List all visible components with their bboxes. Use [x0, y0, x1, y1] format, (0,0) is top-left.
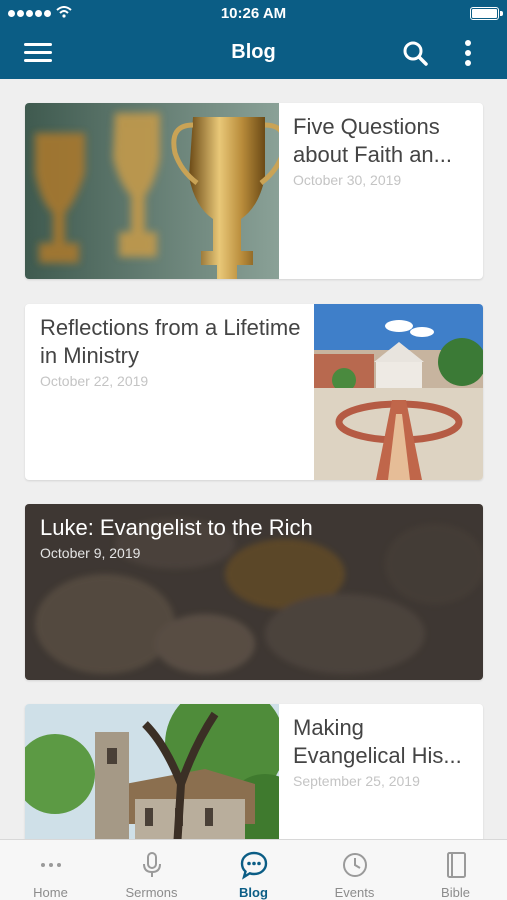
tab-label: Events — [334, 885, 375, 900]
more-dots-icon — [41, 863, 61, 867]
tab-label: Sermons — [125, 885, 178, 900]
post-title: Reflections from a Lifetime in Ministry — [40, 315, 301, 368]
status-bar: 10:26 AM — [0, 0, 507, 26]
tab-label: Bible — [441, 885, 470, 900]
clock-icon — [343, 853, 367, 877]
search-icon[interactable] — [402, 40, 428, 66]
tab-sermons[interactable]: Sermons — [101, 840, 202, 900]
tab-blog[interactable]: Blog — [203, 840, 304, 900]
post-date: September 25, 2019 — [293, 773, 420, 789]
trophies-photo — [25, 103, 279, 279]
tab-home[interactable]: Home — [0, 840, 101, 900]
post-date: October 9, 2019 — [40, 545, 141, 561]
tab-label: Home — [33, 885, 68, 900]
bottom-tab-bar: Home Sermons Blog Events Bible — [0, 839, 507, 900]
tab-label: Blog — [239, 885, 268, 900]
battery-icon — [470, 7, 503, 20]
post-date: October 30, 2019 — [293, 172, 402, 188]
status-time: 10:26 AM — [220, 5, 287, 22]
more-options-icon[interactable] — [458, 38, 478, 68]
blog-post-card[interactable]: Luke: Evangelist to the Rich October 9, … — [25, 504, 483, 680]
page-title: Blog — [231, 41, 276, 63]
tab-events[interactable]: Events — [304, 840, 405, 900]
app-bar: Blog — [0, 26, 507, 79]
campus-plaza-photo — [314, 304, 483, 480]
post-title: Making Evangelical His... — [293, 715, 462, 768]
post-title: Five Questions about Faith an... — [293, 114, 452, 167]
post-title: Luke: Evangelist to the Rich — [40, 515, 313, 540]
tab-bible[interactable]: Bible — [405, 840, 506, 900]
blog-post-card[interactable]: Five Questions about Faith an... October… — [25, 103, 483, 279]
blog-post-card[interactable]: Reflections from a Lifetime in Ministry … — [25, 304, 483, 480]
post-date: October 22, 2019 — [40, 373, 149, 389]
microphone-icon — [143, 852, 161, 877]
chat-bubble-icon — [240, 851, 268, 880]
book-icon — [447, 852, 466, 878]
